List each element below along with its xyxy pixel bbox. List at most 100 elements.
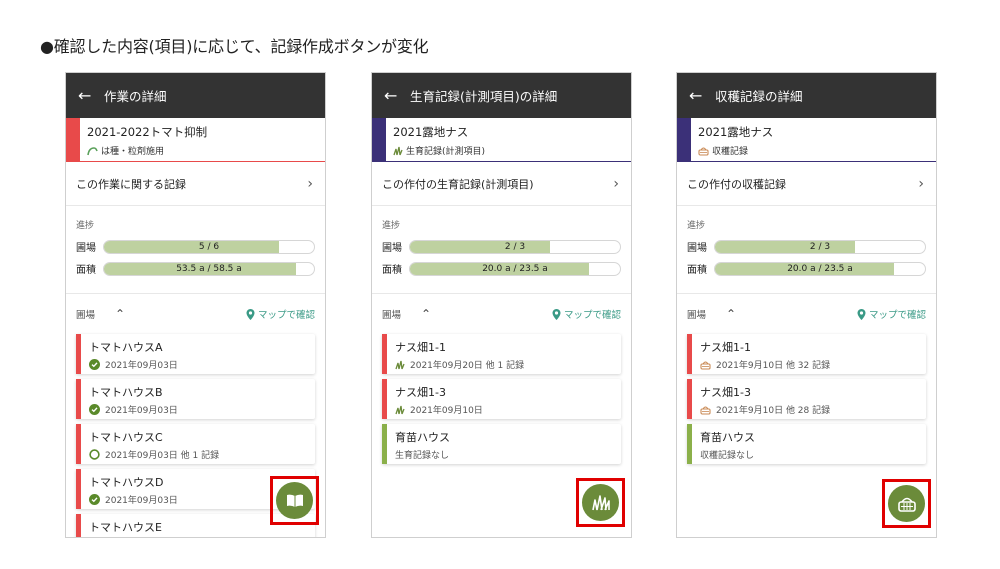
- progress-row-fields: 圃場 2 / 3: [687, 239, 926, 254]
- create-record-fab[interactable]: [888, 485, 925, 522]
- create-record-fab[interactable]: [276, 482, 313, 519]
- field-record-info: 2021年09月03日: [105, 361, 178, 371]
- field-item[interactable]: トマトハウスA 2021年09月03日: [76, 334, 315, 374]
- records-link[interactable]: この作付の生育記録(計測項目) ›: [372, 162, 631, 206]
- field-name: 育苗ハウス: [395, 431, 450, 444]
- field-item[interactable]: トマトハウスB 2021年09月03日: [76, 379, 315, 419]
- progress-section: 進捗 圃場 2 / 3 面積 20.0 a / 23.5 a: [372, 206, 631, 294]
- records-link[interactable]: この作業に関する記録 ›: [66, 162, 325, 206]
- fields-header-label: 圃場: [382, 310, 402, 321]
- progress-bar-fields: 2 / 3: [714, 239, 926, 254]
- field-record-info: 2021年09月03日: [105, 406, 178, 416]
- crop-color-bar: [372, 118, 386, 162]
- field-color-stripe: [687, 334, 692, 374]
- basket-icon: [700, 405, 716, 415]
- field-name: ナス畑1-3: [700, 386, 751, 399]
- app-bar: ← 生育記録(計測項目)の詳細: [372, 73, 631, 118]
- crop-sub-label: 生育記録(計測項目): [406, 147, 486, 157]
- field-record-info: 2021年09月03日: [105, 496, 178, 506]
- field-color-stripe: [76, 469, 81, 509]
- field-item[interactable]: ナス畑1-3 2021年09月10日: [382, 379, 621, 419]
- crop-underline: [372, 161, 631, 162]
- app-bar: ← 収穫記録の詳細: [677, 73, 936, 118]
- field-record-info: 2021年09月03日 他 1 記録: [105, 451, 220, 461]
- page-title: 生育記録(計測項目)の詳細: [410, 89, 558, 104]
- records-link[interactable]: この作付の収穫記録 ›: [677, 162, 936, 206]
- map-link-label: マップで確認: [868, 310, 926, 321]
- map-link-label: マップで確認: [257, 310, 315, 321]
- chevron-up-icon[interactable]: ⌃: [726, 307, 736, 321]
- field-sub: 2021年9月10日 他 32 記録: [700, 358, 926, 371]
- field-list: ナス畑1-1 2021年09月20日 他 1 記録 ナス畑1-3 2021年09…: [372, 334, 631, 464]
- map-link-label: マップで確認: [563, 310, 621, 321]
- map-link[interactable]: マップで確認: [552, 307, 621, 321]
- back-arrow-icon[interactable]: ←: [78, 86, 104, 105]
- field-color-stripe: [382, 334, 387, 374]
- progress-bar-fields: 2 / 3: [409, 239, 621, 254]
- progress-fields-label: 圃場: [76, 243, 96, 254]
- page-title: 収穫記録の詳細: [715, 89, 803, 104]
- field-sub: 生育記録なし: [395, 448, 621, 461]
- crop-sub-label: は種・粒剤施用: [101, 147, 165, 157]
- crop-name: 2021-2022トマト抑制: [87, 125, 208, 139]
- progress-label: 進捗: [382, 221, 401, 231]
- field-record-info: 収穫記録なし: [700, 451, 755, 461]
- crop-sub: 収穫記録: [698, 144, 936, 157]
- fields-header: 圃場 ⌃ マップで確認: [677, 294, 936, 334]
- crop-header: 2021露地ナス 生育記録(計測項目): [372, 118, 631, 162]
- map-pin-icon: [552, 308, 564, 320]
- field-name: トマトハウスA: [89, 341, 163, 354]
- check-circle-icon: [89, 404, 105, 415]
- progress-area-label: 面積: [76, 265, 96, 276]
- progress-area-label: 面積: [687, 265, 707, 276]
- chevron-up-icon[interactable]: ⌃: [421, 307, 431, 321]
- field-color-stripe: [76, 379, 81, 419]
- seeding-icon: [87, 146, 101, 156]
- field-item[interactable]: ナス畑1-1 2021年09月20日 他 1 記録: [382, 334, 621, 374]
- growth-icon: [395, 405, 410, 415]
- field-sub: 2021年09月03日 他 1 記録: [89, 448, 315, 461]
- crop-sub: は種・粒剤施用: [87, 144, 325, 157]
- field-record-info: 2021年9月10日 他 28 記録: [716, 406, 831, 416]
- app-bar: ← 作業の詳細: [66, 73, 325, 118]
- progress-fields-label: 圃場: [382, 243, 402, 254]
- crop-name: 2021露地ナス: [393, 125, 469, 139]
- records-link-label: この作業に関する記録: [76, 177, 186, 191]
- chevron-right-icon: ›: [613, 175, 619, 192]
- field-item[interactable]: トマトハウスC 2021年09月03日 他 1 記録: [76, 424, 315, 464]
- progress-bar-area: 20.0 a / 23.5 a: [714, 261, 926, 276]
- field-item[interactable]: 育苗ハウス 生育記録なし: [382, 424, 621, 464]
- back-arrow-icon[interactable]: ←: [689, 86, 715, 105]
- map-link[interactable]: マップで確認: [246, 307, 315, 321]
- progress-bar-area: 53.5 a / 58.5 a: [103, 261, 315, 276]
- crop-header: 2021-2022トマト抑制 は種・粒剤施用: [66, 118, 325, 162]
- progress-row-area: 面積 53.5 a / 58.5 a: [76, 261, 315, 276]
- slide-title: ●確認した内容(項目)に応じて、記録作成ボタンが変化: [40, 37, 429, 56]
- chevron-right-icon: ›: [918, 175, 924, 192]
- basket-icon: [897, 495, 917, 513]
- field-name: ナス畑1-1: [700, 341, 751, 354]
- progress-fields-text: 2 / 3: [809, 241, 831, 252]
- progress-label: 進捗: [687, 221, 706, 231]
- field-sub: 収穫記録なし: [700, 448, 926, 461]
- field-item[interactable]: 育苗ハウス 収穫記録なし: [687, 424, 926, 464]
- progress-fields-text: 5 / 6: [198, 241, 220, 252]
- crop-name: 2021露地ナス: [698, 125, 774, 139]
- progress-label: 進捗: [76, 221, 95, 231]
- chevron-right-icon: ›: [307, 175, 313, 192]
- fields-header-label: 圃場: [687, 310, 707, 321]
- back-arrow-icon[interactable]: ←: [384, 86, 410, 105]
- ring-icon: [89, 449, 105, 460]
- crop-color-bar: [66, 118, 80, 162]
- progress-bar-fields: 5 / 6: [103, 239, 315, 254]
- basket-icon: [700, 360, 716, 370]
- map-link[interactable]: マップで確認: [857, 307, 926, 321]
- field-item[interactable]: ナス畑1-3 2021年9月10日 他 28 記録: [687, 379, 926, 419]
- field-color-stripe: [76, 424, 81, 464]
- crop-color-bar: [677, 118, 691, 162]
- chevron-up-icon[interactable]: ⌃: [115, 307, 125, 321]
- create-record-fab[interactable]: [582, 484, 619, 521]
- field-name: ナス畑1-3: [395, 386, 446, 399]
- field-item[interactable]: ナス畑1-1 2021年9月10日 他 32 記録: [687, 334, 926, 374]
- fields-header-label: 圃場: [76, 310, 96, 321]
